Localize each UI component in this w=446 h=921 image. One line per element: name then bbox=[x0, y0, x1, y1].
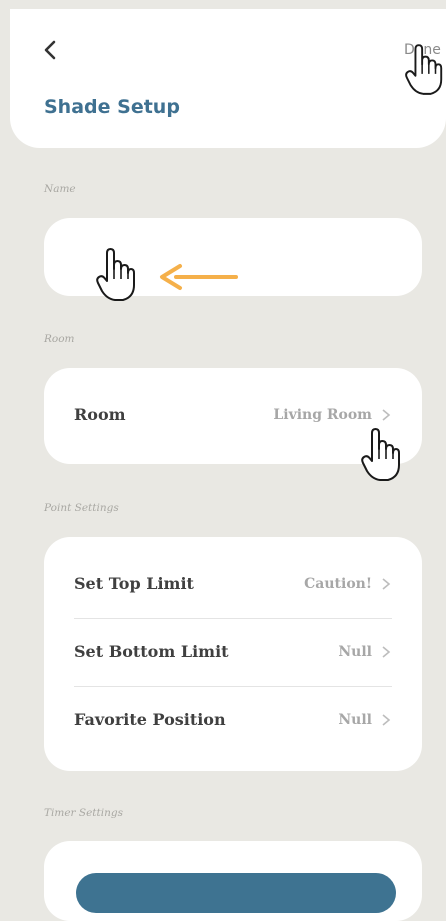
point-row-value-wrap: Null bbox=[338, 712, 392, 728]
point-row-value: Null bbox=[338, 711, 372, 728]
chevron-right-icon bbox=[382, 713, 391, 726]
point-row-label: Set Bottom Limit bbox=[74, 642, 229, 661]
point-row-value: Null bbox=[338, 643, 372, 660]
page-title: Shade Setup bbox=[44, 96, 180, 118]
point-row-label: Favorite Position bbox=[74, 710, 226, 729]
room-row[interactable]: Room Living Room bbox=[74, 405, 392, 424]
header-panel: Done Shade Setup bbox=[10, 9, 446, 148]
room-row-value-wrap: Living Room bbox=[273, 407, 392, 423]
chevron-left-icon[interactable] bbox=[38, 37, 64, 63]
hand-pointer-icon bbox=[361, 428, 400, 481]
chevron-right-icon bbox=[382, 645, 391, 658]
room-row-value: Living Room bbox=[273, 406, 372, 423]
divider bbox=[74, 686, 392, 687]
point-row-value-wrap: Caution! bbox=[304, 576, 392, 592]
point-row-label: Set Top Limit bbox=[74, 574, 194, 593]
section-label-name: Name bbox=[44, 183, 76, 195]
hand-pointer-icon bbox=[96, 248, 135, 301]
point-row-value-wrap: Null bbox=[338, 644, 392, 660]
point-settings-card: Set Top Limit Caution! Set Bottom Limit … bbox=[44, 537, 422, 771]
divider bbox=[74, 618, 392, 619]
section-label-timer-settings: Timer Settings bbox=[44, 807, 123, 819]
chevron-right-icon bbox=[382, 577, 391, 590]
section-label-room: Room bbox=[44, 333, 75, 345]
hand-pointer-icon bbox=[405, 44, 443, 95]
point-row-value: Caution! bbox=[304, 575, 372, 592]
room-row-label: Room bbox=[74, 405, 126, 424]
point-row-top-limit[interactable]: Set Top Limit Caution! bbox=[74, 574, 392, 593]
chevron-right-icon bbox=[382, 408, 391, 421]
point-row-favorite-position[interactable]: Favorite Position Null bbox=[74, 710, 392, 729]
point-row-bottom-limit[interactable]: Set Bottom Limit Null bbox=[74, 642, 392, 661]
section-label-point-settings: Point Settings bbox=[44, 502, 119, 514]
arrow-left-icon bbox=[160, 264, 238, 290]
timer-add-button[interactable] bbox=[76, 873, 396, 913]
